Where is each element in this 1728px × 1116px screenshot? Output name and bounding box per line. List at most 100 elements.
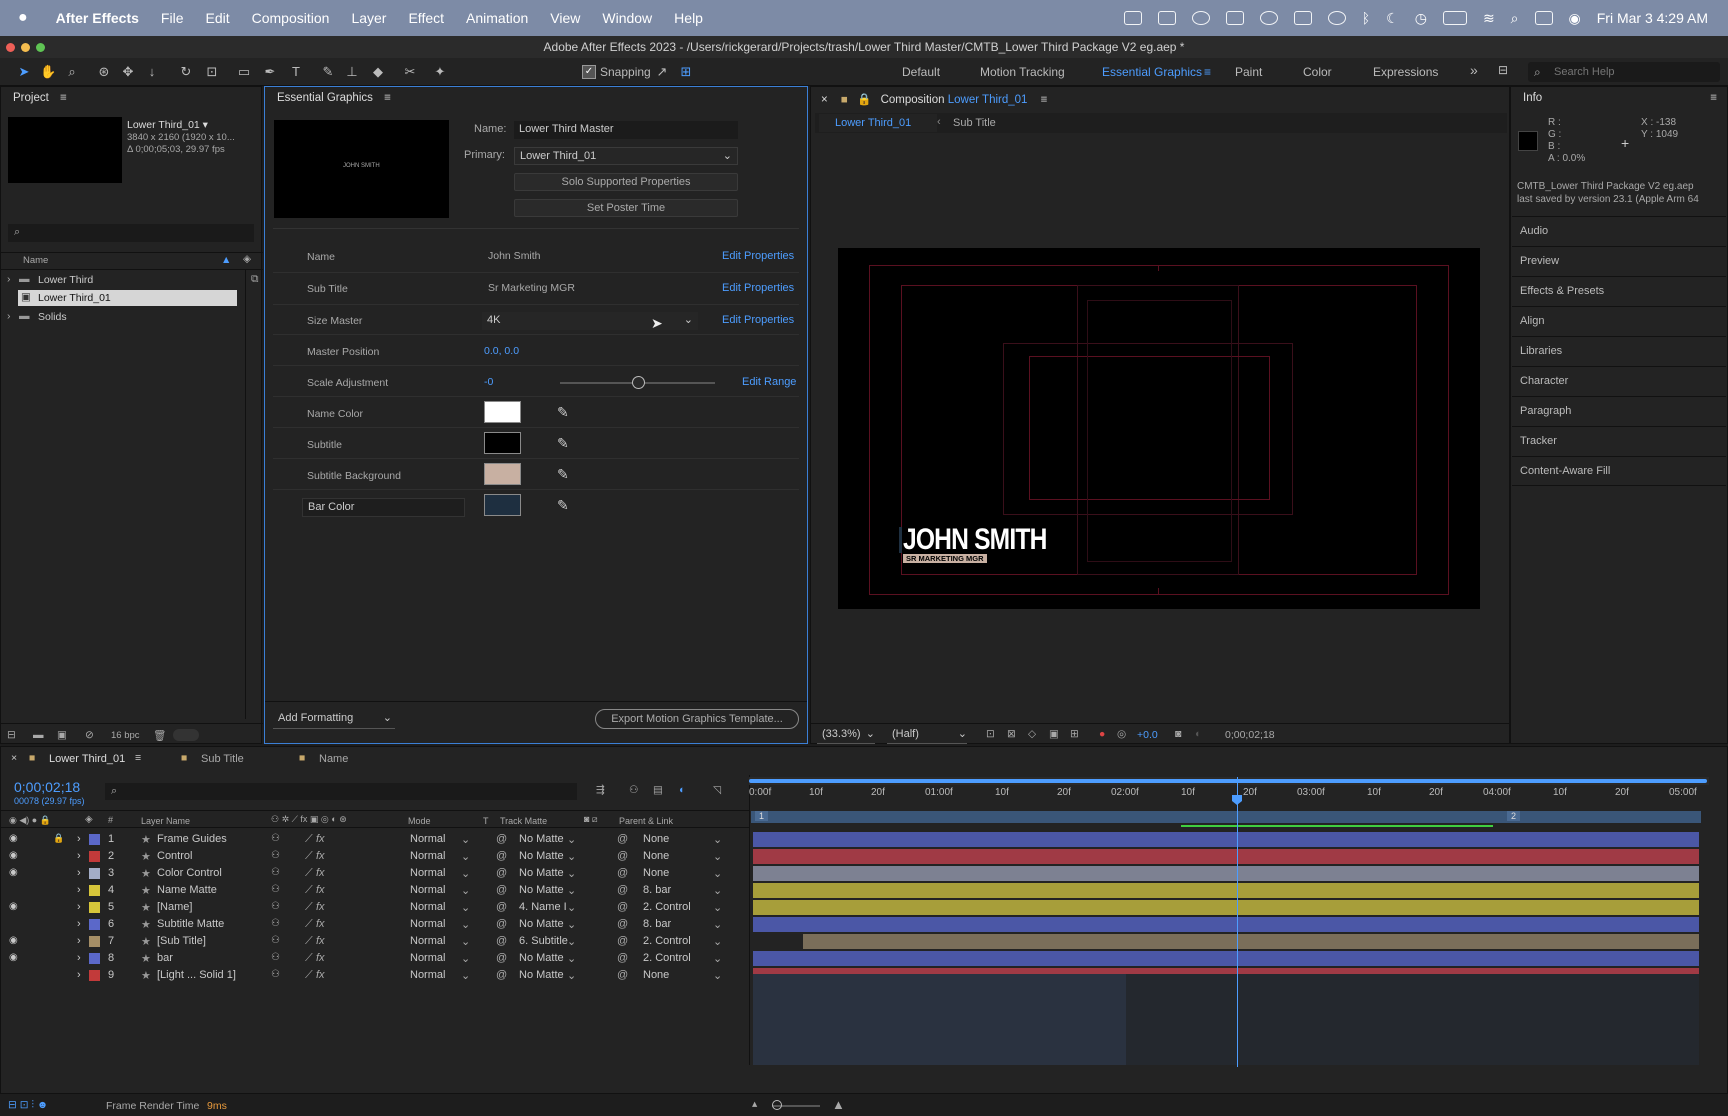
layer-parent[interactable]: 2. Control	[643, 935, 691, 947]
column-layer-name[interactable]: Layer Name	[141, 816, 190, 826]
dolly-camera-icon[interactable]: ↓	[144, 64, 160, 80]
panel-menu-icon[interactable]: ≡	[135, 752, 141, 764]
zoom-window-button[interactable]	[36, 43, 45, 52]
layer-label-color[interactable]	[89, 970, 100, 981]
frame-blending-icon[interactable]: ▤	[653, 784, 663, 796]
control-center-icon[interactable]	[1534, 11, 1553, 25]
menu-clock[interactable]: Fri Mar 3 4:29 AM	[1597, 10, 1708, 26]
edit-range-link[interactable]: Edit Range	[742, 376, 796, 388]
fx-switch-icon[interactable]: fx	[316, 901, 325, 913]
layer-parent[interactable]: 2. Control	[643, 952, 691, 964]
subtitle-background-swatch[interactable]	[484, 463, 521, 485]
set-poster-time-button[interactable]: Set Poster Time	[514, 199, 738, 217]
apple-icon[interactable]: ●	[18, 9, 28, 27]
workspace-essential-graphics[interactable]: Essential Graphics	[1102, 65, 1202, 79]
layer-mode[interactable]: Normal	[410, 884, 445, 896]
layer-track-matte[interactable]: No Matte	[519, 867, 564, 879]
eye-icon[interactable]: ◉	[9, 935, 18, 946]
layer-parent[interactable]: 2. Control	[643, 901, 691, 913]
layer-mode[interactable]: Normal	[410, 935, 445, 947]
interpret-footage-icon[interactable]: ⊟	[7, 729, 16, 741]
export-motion-graphics-template-button[interactable]: Export Motion Graphics Template...	[595, 709, 799, 729]
snapping-checkbox[interactable]: ✓	[582, 65, 596, 79]
spotlight-icon[interactable]: ⌕	[1511, 10, 1519, 27]
layer-label-color[interactable]	[89, 936, 100, 947]
eraser-tool-icon[interactable]: ◆	[370, 64, 386, 80]
marker-2[interactable]: 2	[1507, 811, 1521, 821]
expand-arrow-icon[interactable]: ›	[77, 833, 81, 845]
shy-switch-icon[interactable]: ⚇	[271, 935, 280, 946]
layer-name[interactable]: [Light ... Solid 1]	[157, 969, 236, 981]
layer-track-matte[interactable]: 6. Subtitle	[519, 935, 568, 947]
parent-pick-whip-icon[interactable]: @	[617, 901, 628, 913]
layer-parent[interactable]: 8. bar	[643, 884, 671, 896]
layer-label-color[interactable]	[89, 953, 100, 964]
menu-effect[interactable]: Effect	[408, 10, 444, 26]
airplay-icon[interactable]	[1157, 11, 1176, 25]
layer-track-matte[interactable]: No Matte	[519, 850, 564, 862]
fx-switch-icon[interactable]: fx	[316, 833, 325, 845]
orbit-camera-icon[interactable]: ⊛	[96, 64, 112, 80]
current-time-indicator[interactable]	[1237, 777, 1238, 1067]
pen-tool-icon[interactable]: ✒	[262, 64, 278, 80]
layer-mode[interactable]: Normal	[410, 850, 445, 862]
eg-prop-subtitle-value[interactable]: Sr Marketing MGR	[488, 282, 575, 294]
layer-duration-bar[interactable]	[753, 832, 1699, 847]
fast-previews-icon[interactable]: ⊡	[986, 728, 995, 740]
motion-blur-icon[interactable]: ◐	[679, 784, 685, 796]
parent-pick-whip-icon[interactable]: @	[617, 918, 628, 930]
camera-icon[interactable]	[1123, 11, 1142, 25]
layer-mode[interactable]: Normal	[410, 969, 445, 981]
panel-tracker[interactable]: Tracker	[1512, 426, 1726, 456]
lock-icon[interactable]: 🔒	[53, 833, 64, 844]
layer-mode[interactable]: Normal	[410, 952, 445, 964]
panel-align[interactable]: Align	[1512, 306, 1726, 336]
layer-parent[interactable]: None	[643, 850, 669, 862]
layer-name[interactable]: Control	[157, 850, 192, 862]
layer-label-color[interactable]	[89, 919, 100, 930]
pick-whip-icon[interactable]: @	[496, 918, 507, 930]
expand-arrow-icon[interactable]: ›	[77, 935, 81, 947]
new-folder-icon[interactable]: ▬	[33, 729, 44, 741]
pick-whip-icon[interactable]: @	[496, 969, 507, 981]
minimize-window-button[interactable]	[21, 43, 30, 52]
keyboard-icon[interactable]	[1293, 11, 1312, 25]
dropbox-icon[interactable]	[1225, 11, 1244, 25]
eye-icon[interactable]: ◉	[9, 952, 18, 963]
eye-icon[interactable]: ◉	[9, 901, 18, 912]
close-tab-icon[interactable]: ×	[11, 752, 17, 764]
shy-layers-icon[interactable]: ⚇	[629, 784, 638, 796]
layer-duration-bar[interactable]	[753, 951, 1699, 966]
wifi-icon[interactable]: ≋	[1483, 10, 1495, 27]
expand-arrow-icon[interactable]: ›	[77, 884, 81, 896]
work-area-bar[interactable]: 1 2	[751, 811, 1701, 823]
panel-preview[interactable]: Preview	[1512, 246, 1726, 276]
parent-pick-whip-icon[interactable]: @	[617, 969, 628, 981]
timeline-tab-lower-third-01[interactable]: Lower Third_01	[49, 753, 125, 765]
close-tab-icon[interactable]: ×	[821, 94, 828, 106]
project-name-column[interactable]: Name	[23, 255, 48, 266]
expand-arrow-icon[interactable]: ›	[77, 867, 81, 879]
fx-switch-icon[interactable]: fx	[316, 884, 325, 896]
panel-character[interactable]: Character	[1512, 366, 1726, 396]
layer-row[interactable]: ◉ › 2 ★ Control ⚇ ⟋ fx Normal ⌄ @ No Matte ⌄ @ None ⌄	[1, 848, 746, 865]
time-navigator[interactable]	[749, 777, 1709, 785]
eye-icon[interactable]: ◉	[9, 833, 18, 844]
layer-mode[interactable]: Normal	[410, 918, 445, 930]
moon-icon[interactable]: ☾	[1386, 10, 1399, 27]
hand-tool-icon[interactable]: ✋	[40, 64, 56, 80]
rotate-tool-icon[interactable]: ↻	[178, 64, 194, 80]
layer-switches-toggle-icon[interactable]: ⊟ ⊡ ⫶ ☻	[8, 1099, 48, 1112]
name-color-swatch[interactable]	[484, 401, 521, 423]
layer-track-matte[interactable]: No Matte	[519, 884, 564, 896]
layer-track-matte[interactable]: No Matte	[519, 969, 564, 981]
quality-switch-icon[interactable]: ⟋	[305, 969, 313, 982]
flowchart-icon[interactable]: ⧉	[251, 273, 259, 286]
pan-camera-icon[interactable]: ✥	[120, 64, 136, 80]
composition-title-name[interactable]: Lower Third_01	[948, 94, 1028, 106]
layer-mode[interactable]: Normal	[410, 833, 445, 845]
quality-switch-icon[interactable]: ⟋	[305, 901, 313, 914]
exposure-value[interactable]: +0.0	[1137, 729, 1158, 741]
menu-file[interactable]: File	[161, 10, 184, 26]
panel-content-aware-fill[interactable]: Content-Aware Fill	[1512, 456, 1726, 486]
